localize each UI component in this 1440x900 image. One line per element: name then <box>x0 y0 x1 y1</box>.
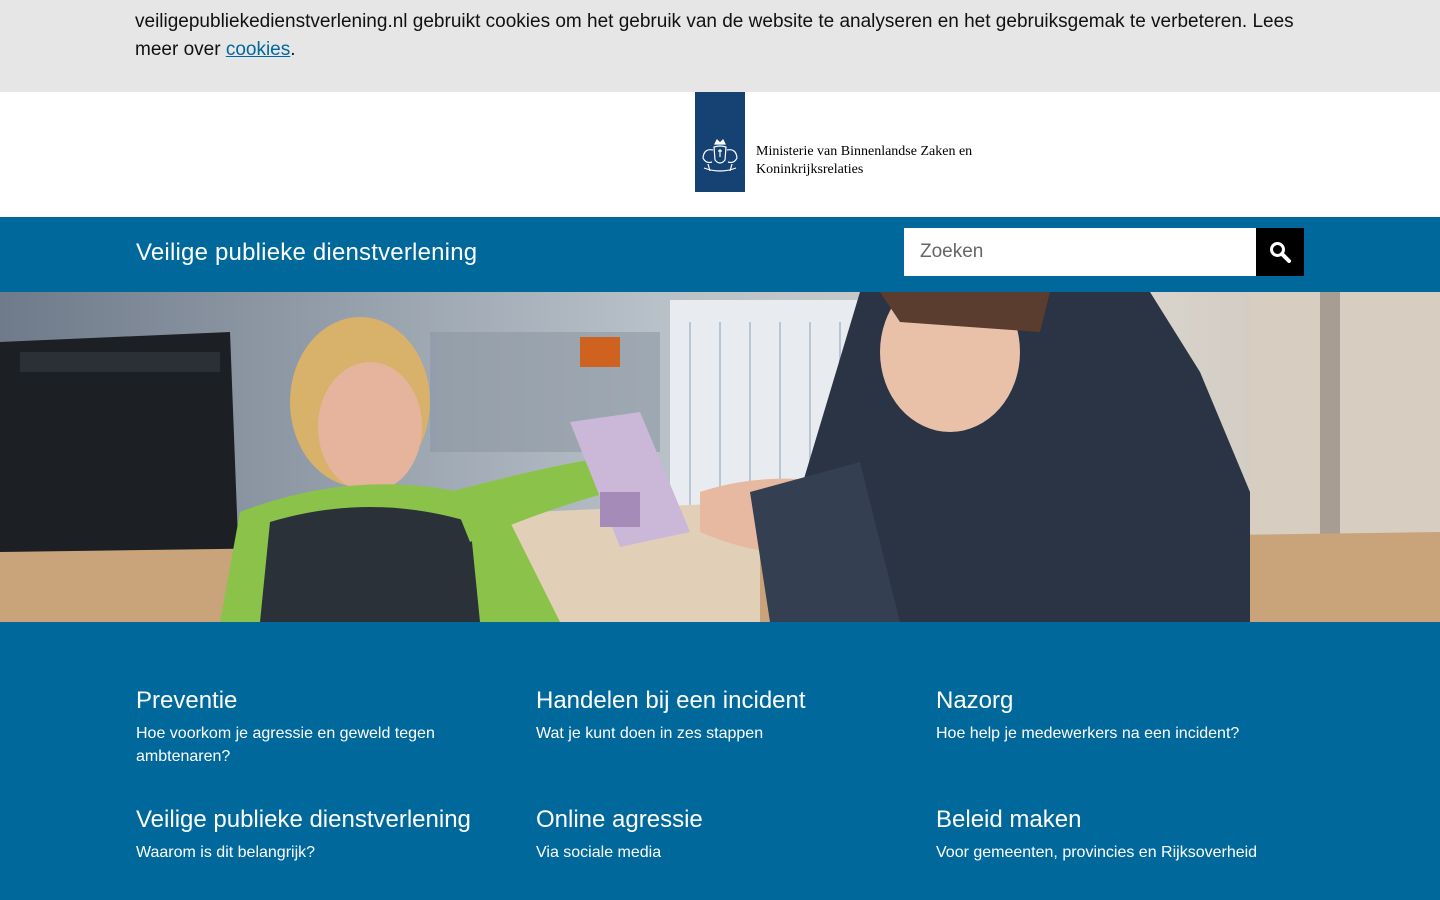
topic-veilige-publieke-dienstverlening[interactable]: Veilige publieke dienstverlening Waarom … <box>136 805 516 864</box>
topic-nazorg[interactable]: Nazorg Hoe help je medewerkers na een in… <box>936 686 1316 745</box>
topic-beleid-maken[interactable]: Beleid maken Voor gemeenten, provincies … <box>936 805 1316 864</box>
ministry-name-line1: Ministerie van Binnenlandse Zaken en <box>756 144 973 159</box>
hero-photo <box>0 292 1440 622</box>
site-navbar: Veilige publieke dienstverlening <box>0 217 1440 292</box>
topic-online-agressie[interactable]: Online agressie Via sociale media <box>536 805 916 864</box>
search-button[interactable] <box>1256 228 1304 276</box>
logo-header: Ministerie van Binnenlandse Zaken en Kon… <box>0 92 1440 217</box>
topic-title[interactable]: Nazorg <box>936 686 1316 716</box>
ministry-name-line2: Koninkrijksrelaties <box>756 162 864 177</box>
topic-title[interactable]: Online agressie <box>536 805 916 835</box>
topic-subtitle: Hoe voorkom je agressie en geweld tegen … <box>136 725 435 765</box>
hero-image <box>0 292 1440 622</box>
topic-subtitle: Wat je kunt doen in zes stappen <box>536 725 764 742</box>
topic-subtitle: Via sociale media <box>536 844 662 861</box>
ministry-name: Ministerie van Binnenlandse Zaken en Kon… <box>756 143 972 179</box>
cookie-text: veiligepubliekedienstverlening.nl gebrui… <box>135 11 1294 60</box>
topic-title[interactable]: Handelen bij een incident <box>536 686 916 716</box>
topic-title[interactable]: Beleid maken <box>936 805 1316 835</box>
cookie-suffix: . <box>290 39 296 60</box>
topic-subtitle: Voor gemeenten, provincies en Rijksoverh… <box>936 844 1258 861</box>
topics-section: Preventie Hoe voorkom je agressie en gew… <box>0 622 1440 900</box>
cookie-banner: veiligepubliekedienstverlening.nl gebrui… <box>0 0 1440 92</box>
topic-handelen-bij-incident[interactable]: Handelen bij een incident Wat je kunt do… <box>536 686 916 745</box>
topic-title[interactable]: Preventie <box>136 686 516 716</box>
cookies-link[interactable]: cookies <box>226 39 290 60</box>
search-input[interactable] <box>904 228 1256 276</box>
ministry-logo[interactable] <box>695 92 745 192</box>
topic-subtitle: Waarom is dit belangrijk? <box>136 844 316 861</box>
site-title[interactable]: Veilige publieke dienstverlening <box>136 239 477 267</box>
coat-of-arms-icon <box>702 138 738 172</box>
cookie-message: veiligepubliekedienstverlening.nl gebrui… <box>135 8 1305 64</box>
topic-preventie[interactable]: Preventie Hoe voorkom je agressie en gew… <box>136 686 516 768</box>
topic-subtitle: Hoe help je medewerkers na een incident? <box>936 725 1240 742</box>
search-icon <box>1270 242 1291 263</box>
topic-title[interactable]: Veilige publieke dienstverlening <box>136 805 516 835</box>
